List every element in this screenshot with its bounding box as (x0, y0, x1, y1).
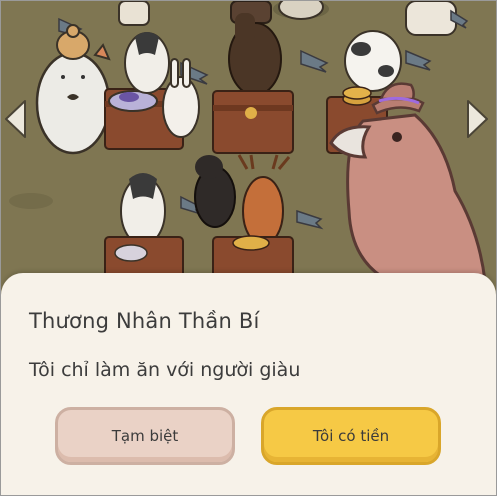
goodbye-button[interactable]: Tạm biệt (55, 407, 235, 465)
cow (344, 30, 402, 92)
dialog-message: Tôi chỉ làm ăn với người giàu (29, 359, 301, 381)
goodbye-button-label: Tạm biệt (111, 427, 179, 445)
market-scene (1, 1, 496, 301)
game-screen: Thương Nhân Thần Bí Tôi chỉ làm ăn với n… (0, 0, 497, 496)
badger-top (124, 32, 170, 94)
stall-left-bottom (104, 236, 184, 278)
i-have-money-button[interactable]: Tôi có tiền (261, 407, 441, 465)
i-have-money-button-label: Tôi có tiền (312, 427, 390, 445)
chevron-right-icon[interactable] (464, 99, 490, 139)
dialog-title: Thương Nhân Thần Bí (29, 309, 260, 333)
merchant-dialog: Thương Nhân Thần Bí Tôi chỉ làm ăn với n… (1, 273, 496, 495)
stall-center-bottom (212, 235, 294, 278)
chevron-left-icon[interactable] (3, 99, 29, 139)
stall-center-top (212, 90, 294, 154)
